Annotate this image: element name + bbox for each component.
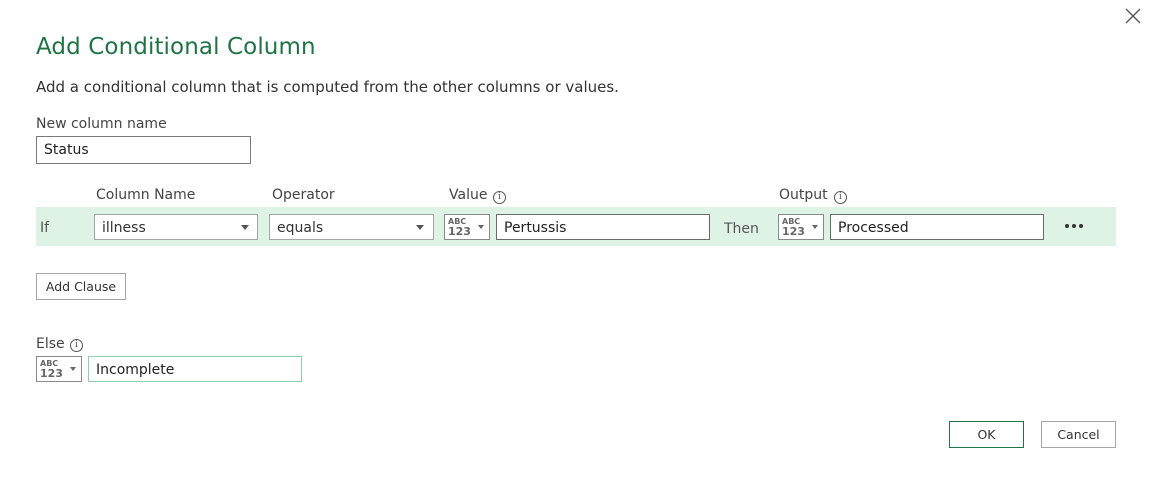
ok-button[interactable]: OK: [949, 421, 1024, 448]
value-header: Value: [449, 187, 488, 203]
more-horizontal-icon[interactable]: [1063, 221, 1085, 231]
dialog-title: Add Conditional Column: [36, 34, 316, 60]
dialog-description: Add a conditional column that is compute…: [36, 78, 619, 96]
column-name-value: illness: [102, 220, 146, 236]
operator-dropdown[interactable]: equals: [269, 214, 434, 240]
add-conditional-column-dialog: Add Conditional Column Add a conditional…: [0, 0, 1152, 477]
else-info-icon[interactable]: i: [70, 339, 83, 352]
else-type-picker[interactable]: ABC 123: [36, 356, 82, 382]
chevron-down-icon: [416, 225, 424, 230]
chevron-down-icon: [241, 225, 249, 230]
abc-123-type-icon: ABC 123: [782, 217, 805, 238]
else-input[interactable]: Incomplete: [88, 356, 302, 382]
add-clause-button[interactable]: Add Clause: [36, 273, 126, 300]
operator-header: Operator: [272, 187, 335, 203]
then-label: Then: [724, 221, 759, 237]
if-label: If: [40, 220, 50, 236]
output-type-picker[interactable]: ABC 123: [778, 214, 824, 240]
output-header: Output: [779, 187, 828, 203]
abc-123-type-icon: ABC 123: [448, 217, 471, 238]
value-input[interactable]: Pertussis: [496, 214, 710, 240]
column-name-header: Column Name: [96, 187, 196, 203]
value-info-icon[interactable]: i: [493, 191, 506, 204]
close-icon[interactable]: [1122, 5, 1144, 27]
column-name-dropdown[interactable]: illness: [94, 214, 258, 240]
new-column-name-input[interactable]: Status: [36, 136, 251, 164]
output-info-icon[interactable]: i: [834, 191, 847, 204]
abc-123-type-icon: ABC 123: [40, 359, 63, 380]
value-type-picker[interactable]: ABC 123: [444, 214, 490, 240]
else-label: Else: [36, 336, 65, 352]
output-input[interactable]: Processed: [830, 214, 1044, 240]
chevron-down-icon: [70, 367, 76, 371]
operator-value: equals: [277, 220, 324, 236]
new-column-name-label: New column name: [36, 116, 167, 132]
cancel-button[interactable]: Cancel: [1041, 421, 1116, 448]
chevron-down-icon: [478, 225, 484, 229]
chevron-down-icon: [812, 225, 818, 229]
